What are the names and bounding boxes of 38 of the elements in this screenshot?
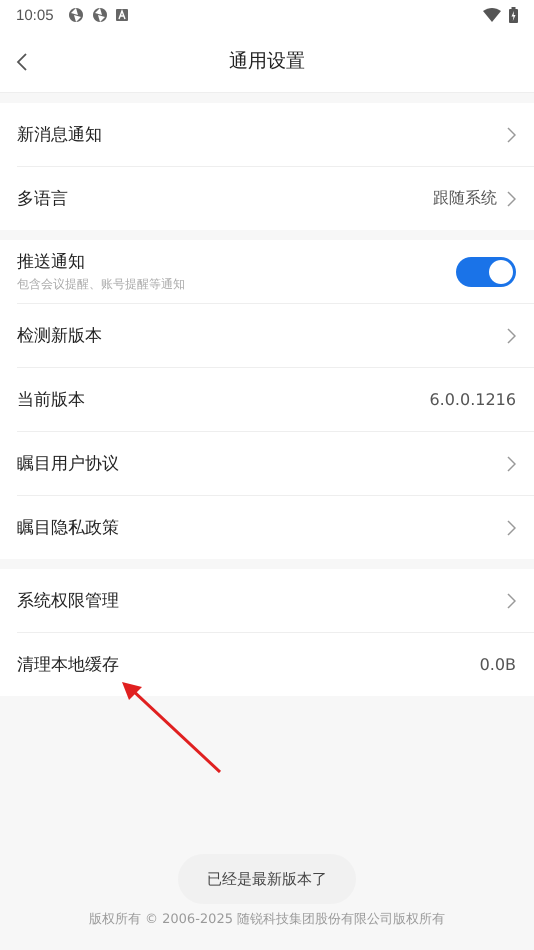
settings-row[interactable]: 瞩目隐私政策 xyxy=(17,496,534,559)
app-notification-icon xyxy=(68,7,84,23)
setting-label: 检测新版本 xyxy=(17,325,103,347)
settings-row[interactable]: 多语言 跟随系统 xyxy=(17,167,534,230)
setting-label: 多语言 xyxy=(17,188,69,210)
wifi-icon xyxy=(483,8,501,22)
toast-message: 已经是最新版本了 xyxy=(178,854,356,904)
settings-row[interactable]: 清理本地缓存 0.0B xyxy=(17,633,534,696)
settings-row[interactable]: 检测新版本 xyxy=(17,304,534,368)
chevron-right-icon xyxy=(507,520,516,536)
app-notification-icon xyxy=(116,9,128,21)
settings-row[interactable]: 系统权限管理 xyxy=(17,569,534,633)
copyright-text: 版权所有 © 2006-2025 随锐科技集团股份有限公司版权所有 xyxy=(88,911,446,928)
setting-description: 包含会议提醒、账号提醒等通知 xyxy=(17,276,186,293)
setting-label: 当前版本 xyxy=(17,389,86,411)
settings-row[interactable]: 当前版本 6.0.0.1216 xyxy=(17,368,534,432)
setting-label: 瞩目用户协议 xyxy=(17,453,120,475)
chevron-right-icon xyxy=(507,190,516,206)
chevron-right-icon xyxy=(507,126,516,142)
setting-label: 新消息通知 xyxy=(17,124,103,146)
toggle-switch[interactable] xyxy=(456,256,516,286)
battery-icon xyxy=(509,7,518,23)
setting-value: 0.0B xyxy=(480,655,516,674)
settings-row[interactable]: 新消息通知 xyxy=(17,103,534,167)
chevron-right-icon xyxy=(507,456,516,472)
setting-label: 系统权限管理 xyxy=(17,590,120,612)
setting-value: 跟随系统 xyxy=(433,188,497,209)
app-notification-icon xyxy=(92,7,108,23)
settings-row[interactable]: 推送通知 包含会议提醒、账号提醒等通知 xyxy=(17,240,534,304)
settings-row[interactable]: 瞩目用户协议 xyxy=(17,432,534,496)
setting-label: 瞩目隐私政策 xyxy=(17,517,120,539)
setting-label: 清理本地缓存 xyxy=(17,654,120,676)
setting-label: 推送通知 xyxy=(17,251,86,273)
setting-value: 6.0.0.1216 xyxy=(429,390,516,409)
page-title: 通用设置 xyxy=(229,49,305,74)
chevron-right-icon xyxy=(507,592,516,608)
chevron-right-icon xyxy=(507,328,516,344)
status-time: 10:05 xyxy=(16,6,54,24)
